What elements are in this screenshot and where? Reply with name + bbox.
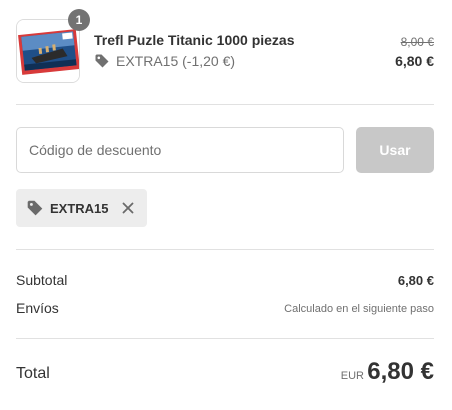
divider xyxy=(16,104,434,105)
discount-code-input[interactable] xyxy=(16,127,344,173)
tag-icon xyxy=(27,200,43,216)
divider xyxy=(16,249,434,250)
shipping-value: Calculado en el siguiente paso xyxy=(284,303,434,315)
close-icon xyxy=(122,202,133,214)
total-value: 6,80 € xyxy=(367,358,434,385)
puzzle-box-image xyxy=(17,20,79,82)
apply-discount-button[interactable]: Usar xyxy=(356,127,434,173)
item-discount-label: EXTRA15 (-1,20 €) xyxy=(116,53,236,69)
subtotal-label: Subtotal xyxy=(16,272,68,288)
product-name: Trefl Puzle Titanic 1000 piezas xyxy=(94,32,295,48)
item-price: 6,80 € xyxy=(395,53,434,69)
subtotal-value: 6,80 € xyxy=(397,273,434,288)
remove-code-button[interactable] xyxy=(119,199,137,217)
divider xyxy=(16,338,434,339)
applied-code-label: EXTRA15 xyxy=(50,200,109,216)
item-discount: EXTRA15 (-1,20 €) xyxy=(94,53,235,69)
total-label: Total xyxy=(16,365,50,382)
tag-icon xyxy=(95,54,109,68)
product-thumbnail xyxy=(16,19,80,83)
quantity-badge: 1 xyxy=(68,9,90,31)
line-item: 1 Trefl Puzle Titanic 1000 piezas EXTRA1… xyxy=(16,9,434,87)
currency-code: EUR xyxy=(340,370,364,382)
shipping-label: Envíos xyxy=(16,300,59,316)
applied-discount-chip: EXTRA15 xyxy=(16,189,147,227)
original-price: 8,00 € xyxy=(400,35,434,49)
